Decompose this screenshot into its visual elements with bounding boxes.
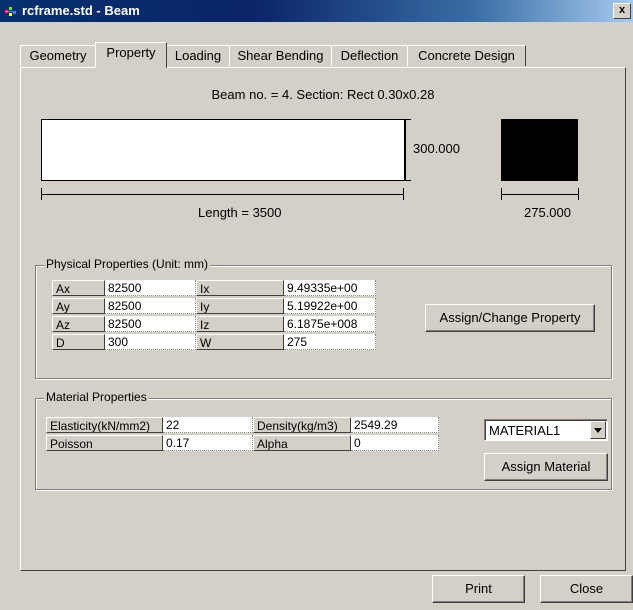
beam-dialog: rcframe.std - Beam x Geometry Property L… [0,0,633,610]
width-dimension-line [501,194,579,195]
width-dimension-tick-left [501,188,502,200]
label-alpha: Alpha [253,435,351,451]
tab-loading[interactable]: Loading [166,45,230,66]
tab-property[interactable]: Property [95,42,167,68]
label-d: D [52,334,105,350]
staad-icon [5,7,16,16]
assign-material-button[interactable]: Assign Material [484,453,608,481]
value-elasticity: 22 [163,417,253,433]
material-select[interactable]: MATERIAL1 [484,419,608,441]
value-ix: 9.49335e+00 [284,280,376,296]
close-button[interactable]: Close [540,575,633,603]
label-elasticity: Elasticity(kN/mm2) [46,417,163,433]
property-panel: Beam no. = 4. Section: Rect 0.30x0.28 30… [20,67,626,571]
assign-change-property-button[interactable]: Assign/Change Property [425,304,595,332]
window-title: rcframe.std - Beam [22,3,140,18]
height-label: 300.000 [413,141,460,156]
label-iy: Iy [196,298,284,314]
cross-section-drawing [501,119,578,181]
material-properties-title: Material Properties [44,390,149,404]
tab-deflection[interactable]: Deflection [331,45,408,66]
value-az: 82500 [105,316,196,332]
label-iz: Iz [196,316,284,332]
label-density: Density(kg/m3) [253,417,351,433]
width-dimension-tick-right [578,188,579,200]
value-iz: 6.1875e+008 [284,316,376,332]
material-properties-group: Material Properties Elasticity(kN/mm2) 2… [35,390,612,490]
title-bar[interactable]: rcframe.std - Beam x [0,0,633,22]
width-label: 275.000 [524,205,571,220]
physical-properties-group: Physical Properties (Unit: mm) Ax 82500 … [35,257,612,379]
length-label: Length = 3500 [198,205,282,220]
chevron-down-icon[interactable] [590,421,606,439]
value-ax: 82500 [105,280,196,296]
label-w: W [196,334,284,350]
value-w: 275 [284,334,376,350]
tab-geometry[interactable]: Geometry [20,45,96,66]
tab-concrete-design[interactable]: Concrete Design [407,45,526,66]
length-dimension-tick-right [403,188,404,200]
value-density: 2549.29 [351,417,439,433]
value-alpha: 0 [351,435,439,451]
label-poisson: Poisson [46,435,163,451]
height-dimension-tick-bottom [405,180,411,181]
value-d: 300 [105,334,196,350]
material-select-value: MATERIAL1 [489,423,561,438]
beam-elevation-drawing [41,119,405,181]
label-az: Az [52,316,105,332]
length-dimension-line [41,194,404,195]
print-button[interactable]: Print [432,575,525,603]
label-ix: Ix [196,280,284,296]
window-close-button[interactable]: x [613,3,631,19]
value-ay: 82500 [105,298,196,314]
height-dimension-line [405,119,406,181]
physical-properties-title: Physical Properties (Unit: mm) [44,257,211,271]
label-ax: Ax [52,280,105,296]
label-ay: Ay [52,298,105,314]
value-iy: 5.19922e+00 [284,298,376,314]
height-dimension-tick-top [405,119,411,120]
length-dimension-tick-left [41,188,42,200]
tab-shear-bending[interactable]: Shear Bending [229,45,332,66]
value-poisson: 0.17 [163,435,253,451]
section-caption: Beam no. = 4. Section: Rect 0.30x0.28 [211,87,435,102]
